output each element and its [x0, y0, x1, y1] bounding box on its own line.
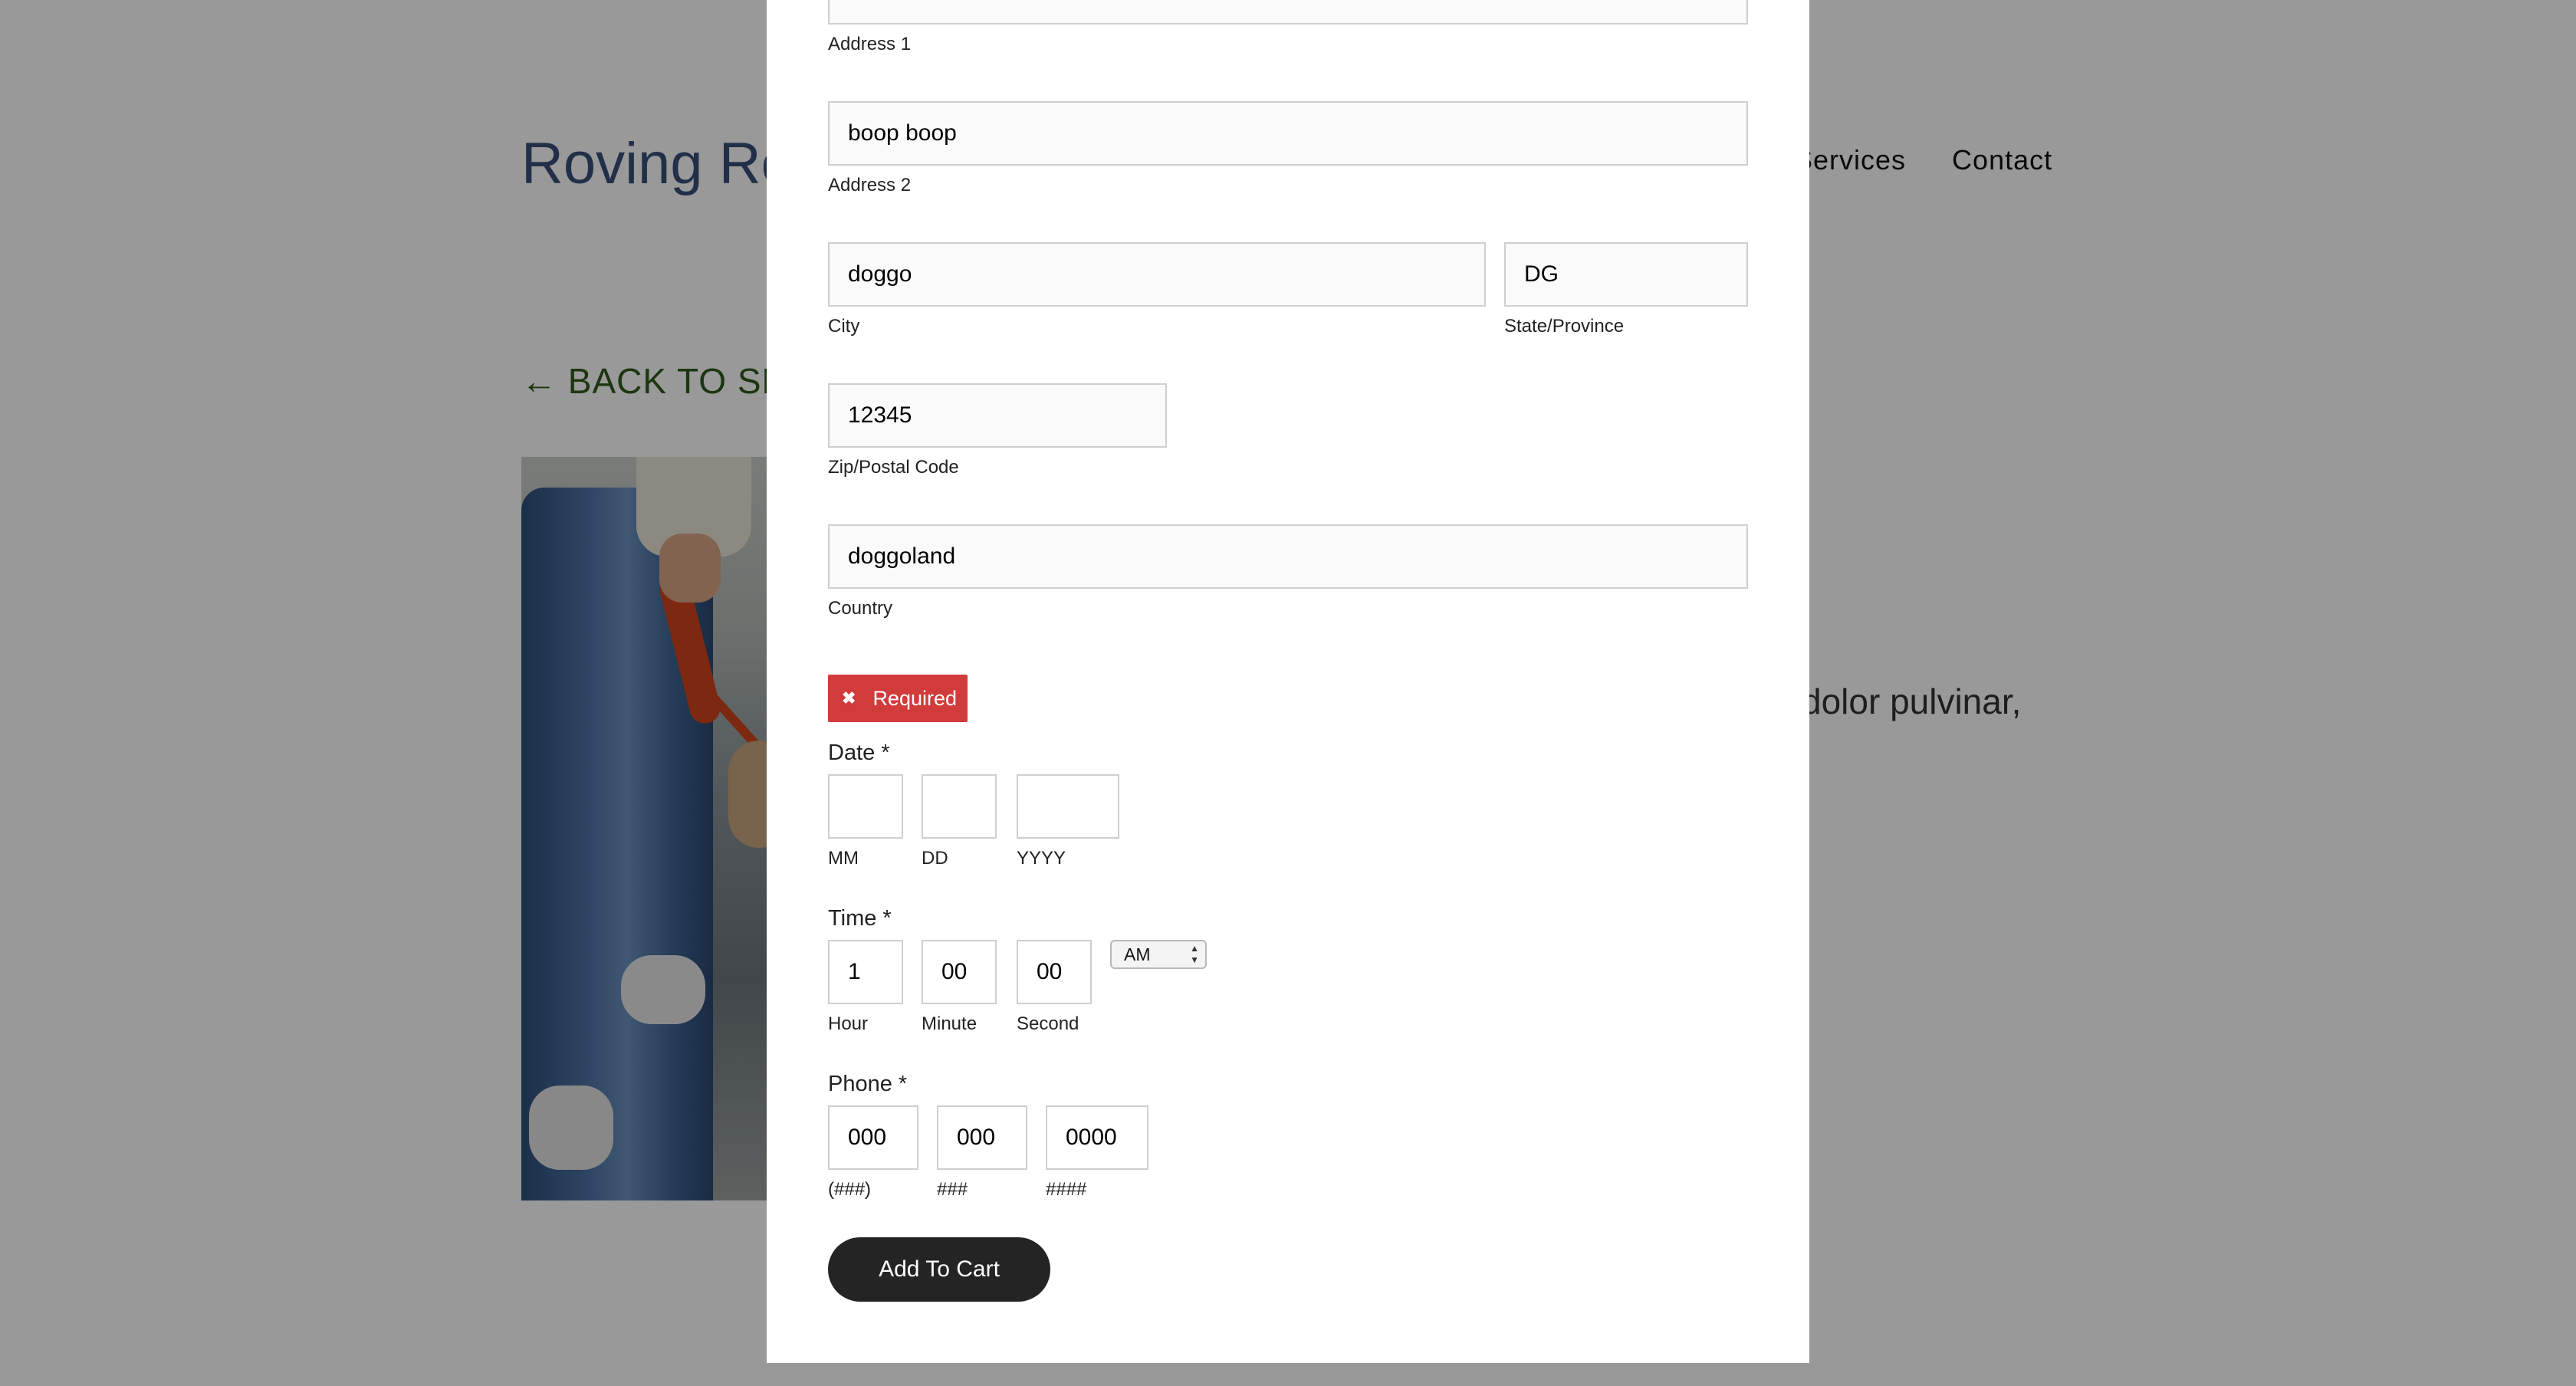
time-hour-field: Hour — [828, 940, 903, 1035]
country-field: Country — [828, 524, 1748, 619]
phone-line-field: #### — [1046, 1105, 1148, 1200]
select-arrows-icon: ▲ ▼ — [1190, 943, 1199, 965]
state-label: State/Province — [1504, 316, 1625, 337]
booking-form-modal: Address 1 Address 2 City State/Province … — [767, 0, 1809, 1363]
phone-area-input[interactable] — [828, 1105, 918, 1170]
error-text: Required — [872, 686, 958, 710]
country-label: Country — [828, 598, 893, 619]
time-hour-label: Hour — [828, 1013, 869, 1034]
address2-label: Address 2 — [828, 175, 912, 195]
date-year-input[interactable] — [1017, 774, 1119, 839]
address2-input[interactable] — [828, 101, 1748, 166]
phone-prefix-label: ### — [937, 1179, 968, 1200]
city-label: City — [828, 316, 860, 337]
time-minute-input[interactable] — [922, 940, 997, 1004]
time-label: Time * — [828, 906, 892, 931]
time-minute-field: Minute — [922, 940, 997, 1035]
time-second-field: Second — [1017, 940, 1092, 1035]
date-day-label: DD — [922, 848, 948, 869]
time-minute-label: Minute — [922, 1013, 978, 1034]
zip-label: Zip/Postal Code — [828, 457, 959, 478]
address1-input[interactable] — [828, 0, 1748, 25]
phone-prefix-field: ### — [937, 1105, 1027, 1200]
phone-line-label: #### — [1046, 1179, 1087, 1200]
date-day-input[interactable] — [922, 774, 997, 839]
ampm-value: AM — [1124, 944, 1151, 964]
date-month-input[interactable] — [828, 774, 903, 839]
city-field: City — [828, 242, 1486, 337]
close-icon: ✖ — [842, 688, 856, 708]
time-second-input[interactable] — [1017, 940, 1092, 1004]
zip-input[interactable] — [828, 383, 1167, 448]
state-field: State/Province — [1504, 242, 1748, 337]
phone-area-label: (###) — [828, 1179, 872, 1200]
phone-area-field: (###) — [828, 1105, 918, 1200]
country-input[interactable] — [828, 524, 1748, 589]
address1-label: Address 1 — [828, 34, 912, 54]
date-year-field: YYYY — [1017, 774, 1119, 869]
state-input[interactable] — [1504, 242, 1748, 307]
time-second-label: Second — [1017, 1013, 1079, 1034]
date-year-label: YYYY — [1017, 848, 1066, 869]
ampm-select[interactable]: AM ▲ ▼ — [1110, 940, 1207, 969]
required-error-badge: ✖ Required — [828, 675, 968, 722]
phone-line-input[interactable] — [1046, 1105, 1148, 1170]
zip-field: Zip/Postal Code — [828, 383, 1167, 478]
time-hour-input[interactable] — [828, 940, 903, 1004]
date-day-field: DD — [922, 774, 997, 869]
add-to-cart-button[interactable]: Add To Cart — [828, 1237, 1050, 1302]
address1-field: Address 1 — [828, 0, 1748, 55]
phone-prefix-input[interactable] — [937, 1105, 1027, 1170]
city-input[interactable] — [828, 242, 1486, 307]
date-label: Date * — [828, 741, 890, 765]
phone-label: Phone * — [828, 1072, 908, 1096]
address2-field: Address 2 — [828, 101, 1748, 196]
date-month-label: MM — [828, 848, 859, 869]
date-month-field: MM — [828, 774, 903, 869]
